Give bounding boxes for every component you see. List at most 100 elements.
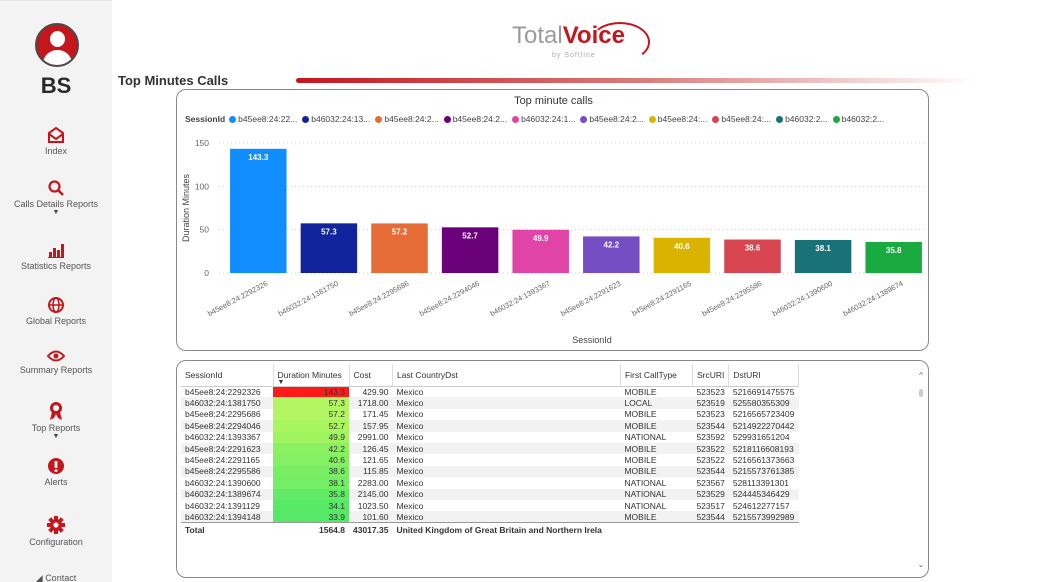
calls-table: SessionId Duration Minutes ▼ Cost Last Co… — [181, 364, 800, 537]
nav-label-alerts: Alerts — [44, 477, 68, 487]
bar-value-label: 35.8 — [886, 246, 902, 255]
table-row[interactable]: b45ee8:24:2291165 40.6 121.65 Mexico MOBILE 5… — [181, 454, 799, 466]
cell-srcuri: 523592 — [696, 432, 725, 443]
chart-card: Top minute calls SessionId b45ee8:24:22..… — [176, 89, 929, 351]
nav-item-configuration[interactable]: Configuration — [0, 515, 112, 547]
nav-item-index[interactable]: Index — [0, 126, 112, 156]
legend-label: b46032:24:13... — [311, 114, 371, 124]
cell-cost: 115.85 — [349, 465, 393, 478]
cell-calltype: MOBILE — [620, 420, 693, 432]
sort-desc-icon[interactable]: ▼ — [278, 379, 285, 386]
chevron-down-icon[interactable]: ▼ — [0, 433, 112, 440]
eye-icon — [47, 350, 65, 362]
column-header-srcuri[interactable]: SrcURI — [692, 364, 730, 387]
cell-cost: 126.45 — [349, 442, 393, 455]
total-country: United Kingdom of Great Britain and Nort… — [392, 522, 799, 537]
legend-item[interactable]: b45ee8:24:2... — [443, 114, 507, 124]
table-row[interactable]: b45ee8:24:2291623 42.2 126.45 Mexico MOBILE 5… — [181, 442, 799, 455]
nav-item-statistics[interactable]: Statistics Reports — [0, 241, 112, 271]
table-row[interactable]: b46032:24:1390600 38.1 2283.00 Mexico NATION… — [181, 477, 799, 489]
table-row[interactable]: b46032:24:1391129 34.1 1023.50 Mexico NATION… — [181, 499, 799, 512]
table-card: SessionId Duration Minutes ▼ Cost Last Co… — [176, 360, 929, 578]
legend-item[interactable]: b46032:2... — [776, 114, 828, 124]
cell-calltype: MOBILE — [624, 455, 657, 466]
cell-country: Mexico — [396, 432, 424, 443]
title-underline — [296, 78, 976, 83]
x-tick-label: b45ee8:24:2295586 — [700, 279, 763, 318]
chevron-down-icon[interactable]: ▼ — [0, 209, 112, 216]
cell-srcuri: 523544 — [692, 420, 729, 432]
legend-item[interactable]: b45ee8:24:... — [712, 114, 771, 124]
table-total-row: Total 1564.8 43017.35 United Kingdom of … — [181, 522, 799, 537]
bar-value-label: 57.3 — [321, 227, 337, 236]
legend-label: b46032:2... — [841, 114, 885, 124]
scroll-up-icon[interactable]: ^ — [916, 371, 926, 380]
cell-sessionid: b45ee8:24:2295686 — [185, 409, 261, 420]
nav-label-contact: ◢ Contact — [35, 573, 77, 582]
avatar-head — [50, 31, 65, 47]
table-row[interactable]: b46032:24:1394148 33.9 101.60 Mexico MOBILE 5… — [181, 511, 799, 523]
cell-sessionid: b46032:24:1381750 — [181, 397, 273, 409]
gear-icon — [47, 516, 65, 534]
avatar[interactable] — [35, 23, 79, 67]
table-row[interactable]: b46032:24:1393367 49.9 2991.00 Mexico NATION… — [181, 431, 799, 443]
cell-calltype: MOBILE — [620, 511, 693, 523]
scroll-down-icon[interactable]: ⌄ — [916, 560, 926, 569]
table-row[interactable]: b45ee8:24:2295686 57.2 171.45 Mexico MOBILE 5… — [181, 408, 799, 421]
legend-title: SessionId — [185, 114, 226, 124]
y-tick-label: 150 — [195, 138, 209, 148]
legend-item[interactable]: b46032:24:1... — [512, 114, 575, 124]
chart-title: Top minute calls — [514, 95, 593, 107]
column-header-sessionid[interactable]: SessionId — [181, 364, 274, 387]
nav-item-calls-details[interactable]: Calls Details Reports ▼ — [0, 179, 112, 216]
cell-cost: 2283.00 — [357, 477, 389, 488]
legend-item[interactable]: b46032:2... — [832, 114, 885, 124]
page-title: Top Minutes Calls — [118, 73, 229, 88]
x-tick-label: b45ee8:24:2291165 — [630, 279, 693, 318]
nav-item-alerts[interactable]: Alerts — [0, 457, 112, 487]
table-row[interactable]: b45ee8:24:2292326 143.3 429.90 Mexico MOBILE… — [181, 386, 799, 398]
column-header-cost[interactable]: Cost — [349, 364, 393, 387]
bar-value-label: 143.3 — [248, 153, 269, 162]
nav-item-summary[interactable]: Summary Reports — [0, 349, 112, 375]
bar-chart: 0 50 100 150 Duration Minutes 143.3 b45ee8:24:… — [181, 138, 925, 345]
legend-label: b46032:2... — [785, 114, 828, 124]
table-scrollbar[interactable]: ^ ⌄ — [916, 367, 926, 573]
nav-item-contact[interactable]: ◢ Contact — [0, 573, 112, 582]
total-cost: 43017.35 — [349, 522, 393, 537]
alert-icon — [48, 458, 64, 474]
legend-label: b46032:24:1... — [521, 114, 576, 124]
scroll-thumb[interactable] — [919, 389, 923, 397]
logo-swoosh — [590, 22, 650, 62]
cell-calltype: NATIONAL — [624, 432, 667, 443]
column-header-calltype[interactable]: First CallType — [620, 364, 693, 387]
cell-sessionid: b45ee8:24:2292326 — [185, 386, 261, 397]
table-row[interactable]: b45ee8:24:2294046 52.7 157.95 Mexico MOBILE 5… — [181, 420, 799, 432]
nav-item-top[interactable]: Top Reports ▼ — [0, 401, 112, 440]
nav-label-index: Index — [44, 146, 68, 156]
column-header-country[interactable]: Last CountryDst — [392, 364, 621, 387]
logo-text-total: Total — [512, 22, 563, 49]
table-row[interactable]: b46032:24:1381750 57.3 1718.00 Mexico LOCAL 5… — [181, 397, 799, 409]
table-row[interactable]: b46032:24:1389674 35.8 2145.00 Mexico NATION… — [181, 488, 799, 500]
cell-dsturi: 5215573761385 — [728, 465, 799, 478]
cell-sessionid: b45ee8:24:2291165 — [185, 455, 261, 466]
column-header-dsturi[interactable]: DstURI — [728, 364, 800, 387]
legend-item[interactable]: b45ee8:24:2... — [580, 114, 644, 124]
x-tick-label: b46032:24:1381750 — [277, 279, 340, 318]
legend-label: b45ee8:24:... — [721, 114, 772, 124]
cell-srcuri: 523544 — [692, 465, 729, 478]
legend-item[interactable]: b46032:24:13... — [302, 114, 370, 124]
cell-calltype: LOCAL — [620, 397, 693, 409]
cell-country: Mexico — [392, 511, 621, 523]
legend-item[interactable]: b45ee8:24:... — [648, 114, 707, 124]
table-row[interactable]: b45ee8:24:2295586 38.6 115.85 Mexico MOBILE 5… — [181, 465, 799, 478]
cell-cost: 157.95 — [349, 420, 393, 432]
column-header-duration[interactable]: Duration Minutes ▼ — [273, 364, 350, 387]
x-tick-label: b46032:24:1393367 — [488, 279, 551, 318]
nav-item-global[interactable]: Global Reports — [0, 296, 112, 326]
cell-duration: 34.1 — [273, 499, 349, 512]
cell-dsturi: 5216691475575 — [732, 386, 795, 397]
legend-item[interactable]: b45ee8:24:2... — [375, 114, 439, 124]
legend-item[interactable]: b45ee8:24:22... — [229, 114, 297, 124]
